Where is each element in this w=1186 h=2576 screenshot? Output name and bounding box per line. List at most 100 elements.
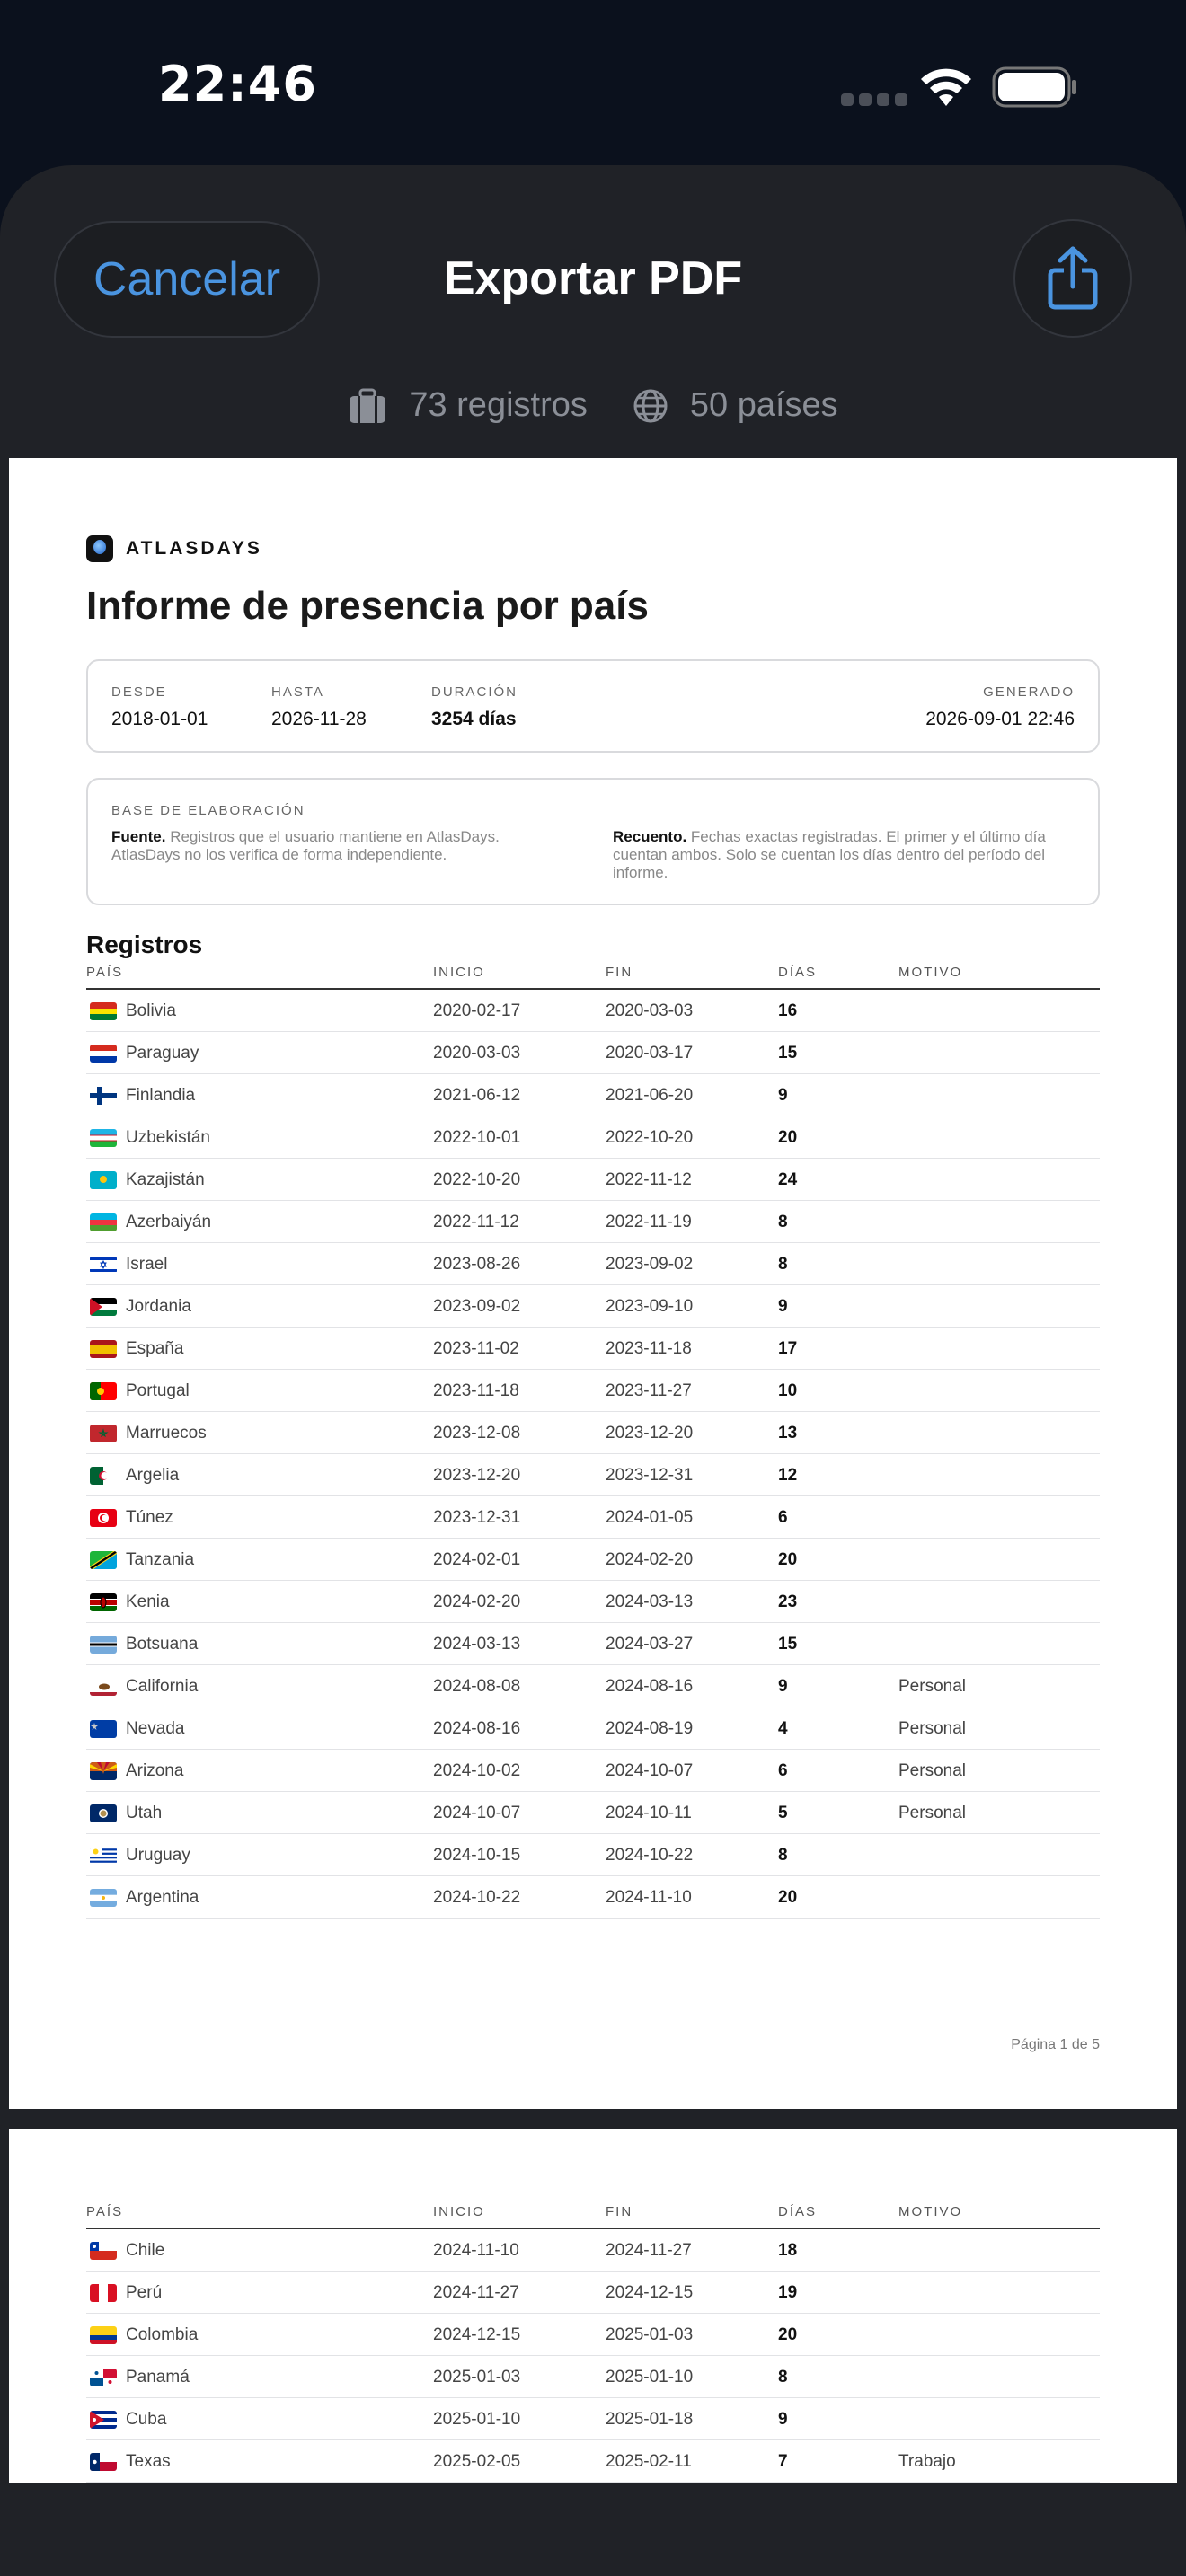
generado-label: GENERADO (983, 684, 1075, 700)
row-country: España (126, 1339, 184, 1358)
pdf-page-2[interactable]: PAÍS INICIO FIN DÍAS MOTIVO Chile 2024-11… (9, 2129, 1177, 2483)
row-country: Kenia (126, 1592, 170, 1611)
row-start: 2024-02-20 (433, 1592, 521, 1611)
row-start: 2024-12-15 (433, 2325, 521, 2344)
row-end: 2022-11-19 (606, 1213, 692, 1231)
row-country: Texas (126, 2452, 171, 2471)
basis-label: BASE DE ELABORACIÓN (111, 803, 305, 818)
row-start: 2020-03-03 (433, 1044, 521, 1063)
report-title: Informe de presencia por país (86, 584, 649, 628)
row-start: 2024-02-01 (433, 1550, 521, 1569)
table-row: Kenia 2024-02-20 2024-03-13 23 (86, 1581, 1100, 1623)
row-end: 2023-09-10 (606, 1297, 694, 1316)
row-days: 19 (778, 2283, 798, 2302)
table-row: Kazajistán 2022-10-20 2022-11-12 24 (86, 1159, 1100, 1201)
row-end: 2024-01-05 (606, 1508, 694, 1527)
row-end: 2025-02-11 (606, 2452, 692, 2471)
table-row: Cuba 2025-01-10 2025-01-18 9 (86, 2398, 1100, 2440)
row-start: 2024-10-22 (433, 1888, 521, 1907)
dz-flag-icon (90, 1467, 117, 1485)
row-start: 2023-11-18 (433, 1381, 519, 1400)
fi-flag-icon (90, 1087, 117, 1105)
il-flag-icon (90, 1256, 117, 1274)
row-country: Utah (126, 1804, 163, 1822)
row-start: 2024-03-13 (433, 1635, 521, 1654)
field-hasta: HASTA 2026-11-28 (271, 684, 367, 730)
pdf-page-1[interactable]: ATLASDAYS Informe de presencia por país … (9, 458, 1177, 2109)
table-row: Argelia 2023-12-20 2023-12-31 12 (86, 1454, 1100, 1496)
wifi-icon (921, 68, 971, 106)
row-country: Kazajistán (126, 1170, 205, 1189)
row-country: Perú (126, 2283, 163, 2302)
col-country: PAÍS (86, 965, 124, 980)
col-days: DÍAS (778, 2204, 818, 2219)
desde-value: 2018-01-01 (111, 709, 208, 729)
table-row: Tanzania 2024-02-01 2024-02-20 20 (86, 1539, 1100, 1581)
ke-flag-icon (90, 1593, 117, 1611)
records-table: Chile 2024-11-10 2024-11-27 18 Perú 2024-11-2… (86, 2229, 1100, 2483)
row-start: 2023-12-31 (433, 1508, 521, 1527)
col-days: DÍAS (778, 965, 818, 980)
row-end: 2024-12-15 (606, 2283, 694, 2302)
row-days: 8 (778, 1213, 788, 1231)
duracion-label: DURACIÓN (431, 684, 518, 700)
col-reason: MOTIVO (898, 2204, 963, 2219)
row-reason: Personal (898, 1761, 966, 1780)
row-country: Botsuana (126, 1635, 199, 1654)
row-country: Bolivia (126, 1001, 176, 1020)
brand-name: ATLASDAYS (126, 538, 262, 559)
row-country: Panamá (126, 2368, 190, 2386)
table-row: California 2024-08-08 2024-08-16 9 Personal (86, 1665, 1100, 1707)
table-row: Chile 2024-11-10 2024-11-27 18 (86, 2229, 1100, 2272)
row-country: Argelia (126, 1466, 180, 1485)
atlasdays-logo-icon (86, 535, 113, 562)
row-days: 8 (778, 2368, 788, 2386)
jo-flag-icon (90, 1298, 117, 1316)
row-reason: Personal (898, 1677, 966, 1696)
table-row: Argentina 2024-10-22 2024-11-10 20 (86, 1876, 1100, 1919)
uy-flag-icon (90, 1847, 117, 1865)
row-country: Uzbekistán (126, 1128, 210, 1147)
py-flag-icon (90, 1045, 117, 1063)
basis-count-title: Recuento. (613, 828, 687, 845)
row-end: 2024-08-19 (606, 1719, 694, 1738)
row-end: 2024-11-27 (606, 2241, 692, 2260)
generado-value: 2026-09-01 22:46 (925, 709, 1075, 729)
row-start: 2023-11-02 (433, 1339, 519, 1358)
share-button[interactable] (1013, 219, 1132, 338)
row-end: 2024-02-20 (606, 1550, 694, 1569)
row-end: 2022-11-12 (606, 1170, 692, 1189)
suitcase-icon (350, 388, 386, 423)
cl-flag-icon (90, 2242, 117, 2260)
row-end: 2022-10-20 (606, 1128, 694, 1147)
col-country: PAÍS (86, 2204, 124, 2219)
bo-flag-icon (90, 1002, 117, 1020)
row-days: 20 (778, 1128, 798, 1147)
brand: ATLASDAYS (86, 535, 262, 562)
table-header: PAÍS INICIO FIN DÍAS MOTIVO (86, 2201, 1100, 2229)
row-days: 15 (778, 1635, 798, 1654)
page-number: Página 1 de 5 (1011, 2037, 1100, 2052)
row-country: Tanzania (126, 1550, 195, 1569)
row-country: Marruecos (126, 1424, 207, 1442)
row-end: 2023-12-31 (606, 1466, 694, 1485)
sheet-title: Exportar PDF (443, 252, 743, 304)
field-duracion: DURACIÓN 3254 días (431, 684, 518, 730)
table-row: Jordania 2023-09-02 2023-09-10 9 (86, 1285, 1100, 1328)
row-end: 2021-06-20 (606, 1086, 694, 1105)
az-us-flag-icon (90, 1762, 117, 1780)
row-start: 2022-10-01 (433, 1128, 521, 1147)
hasta-label: HASTA (271, 684, 324, 700)
row-days: 7 (778, 2452, 788, 2471)
row-country: Israel (126, 1255, 168, 1274)
field-desde: DESDE 2018-01-01 (111, 684, 208, 730)
row-days: 4 (778, 1719, 788, 1738)
row-days: 9 (778, 1297, 788, 1316)
row-end: 2023-09-02 (606, 1255, 694, 1274)
row-end: 2024-08-16 (606, 1677, 694, 1696)
table-row: Nevada 2024-08-16 2024-08-19 4 Personal (86, 1707, 1100, 1750)
row-end: 2024-10-11 (606, 1804, 692, 1822)
table-row: Israel 2023-08-26 2023-09-02 8 (86, 1243, 1100, 1285)
row-country: California (126, 1677, 199, 1696)
row-start: 2025-01-10 (433, 2410, 521, 2429)
